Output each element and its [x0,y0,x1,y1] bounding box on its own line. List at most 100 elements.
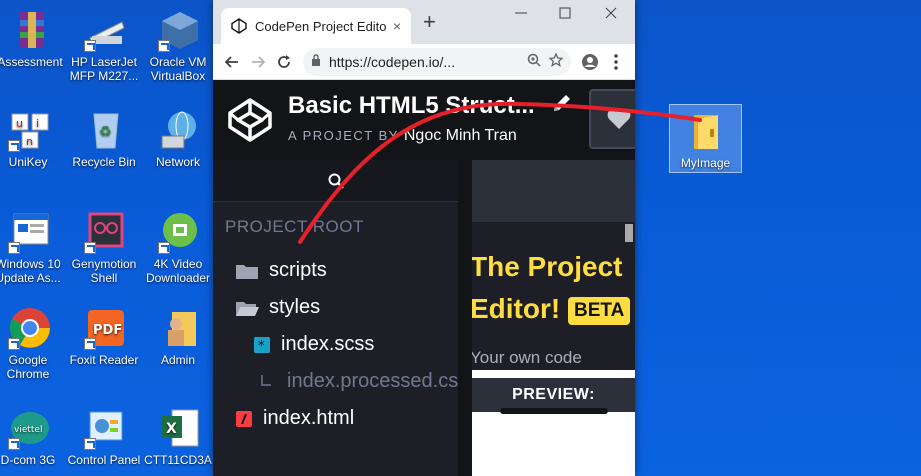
browser-toolbar: https://codepen.io/... [213,44,635,80]
tree-item-styles-folder[interactable]: styles [213,289,458,326]
desktop-icon-label: Oracle VM VirtualBox [149,55,207,83]
shortcut-arrow-icon [158,242,170,254]
folder-open-icon [235,299,259,317]
desktop-icon-ctt11cd3a[interactable]: X CTT11CD3A [144,406,216,467]
shortcut-arrow-icon [8,438,20,450]
browser-tab[interactable]: CodePen Project Editor × [221,8,411,44]
project-title[interactable]: Basic HTML5 Struct... [288,92,535,120]
back-button[interactable] [219,49,245,75]
chrome-menu-button[interactable] [603,49,629,75]
desktop-folder-myimage[interactable]: MyImage [669,104,742,173]
tree-item-label: styles [269,296,321,318]
promo-subtext: Your own code [472,348,582,367]
desktop-icon-virtualbox[interactable]: Oracle VM VirtualBox [144,8,216,83]
desktop-icon-label: CTT11CD3A [144,453,212,467]
excel-file-icon: X [158,406,202,450]
shortcut-arrow-icon [8,140,20,152]
search-icon [328,173,344,189]
window-close-button[interactable] [605,6,617,22]
desktop-icon-label: Recycle Bin [72,155,136,169]
svg-text:viettel: viettel [14,425,42,435]
desktop-icon-label: Google Chrome [6,353,50,381]
svg-text:i: i [36,117,39,130]
desktop-icon-google-chrome[interactable]: Google Chrome [0,306,66,381]
desktop-icon-genymotion[interactable]: Genymotion Shell [70,210,142,285]
folder-closed-icon [235,262,259,280]
browser-titlebar: CodePen Project Editor × + [213,0,635,44]
maximize-button[interactable] [559,6,571,22]
promo-heading: The Project Editor! BETA [472,246,631,330]
desktop-icon-label: HP LaserJet MFP M227... [69,55,139,83]
svg-text:n: n [26,135,33,148]
shortcut-arrow-icon [8,338,20,350]
edit-title-pencil-icon[interactable] [551,92,573,120]
account-avatar-icon [582,53,598,70]
love-heart-button[interactable] [589,89,635,149]
tree-item-index-processed-css[interactable]: index.processed.css [213,363,468,400]
forward-button[interactable] [245,49,271,75]
svg-text:♻: ♻ [99,124,112,140]
desktop-icon-label: Genymotion Shell [71,257,137,285]
reload-button[interactable] [271,49,297,75]
desktop-icon-4k-video-downloader[interactable]: 4K Video Downloader [144,210,216,285]
desktop-icon-windows-update[interactable]: Windows 10 Update As... [0,210,66,285]
browser-window: CodePen Project Editor × + https://codep… [213,0,635,476]
winrar-archive-icon [10,8,54,52]
bookmark-star-icon[interactable] [548,52,564,70]
codepen-header: Basic HTML5 Struct... A PROJECT BY Ngoc … [213,80,635,160]
promo-scrollbar-thumb[interactable] [625,224,633,242]
desktop-icon-admin[interactable]: Admin [144,306,216,367]
panel-resize-gutter[interactable] [458,160,472,476]
folder-label: MyImage [680,156,731,170]
file-search-button[interactable] [213,160,458,202]
shortcut-arrow-icon [84,40,96,52]
desktop-icon-network[interactable]: Network [144,108,216,169]
desktop-icon-foxit-reader[interactable]: PDF Foxit Reader [70,306,142,367]
tree-item-scripts-folder[interactable]: scripts [213,252,458,289]
new-tab-button[interactable]: + [423,11,436,33]
printer-icon [84,8,128,52]
tree-item-index-html[interactable]: index.html [213,400,458,437]
url-text: https://codepen.io/... [329,53,456,70]
shortcut-arrow-icon [158,40,170,52]
desktop-icon-label: Assessment [0,55,63,69]
desktop-icon-control-panel[interactable]: Control Panel [68,406,142,467]
4k-video-downloader-icon [158,210,202,254]
byline-prefix: A PROJECT BY [288,128,399,143]
desktop-icon-label: Admin [160,353,195,367]
desktop-icon-label: 4K Video Downloader [145,257,211,285]
network-globe-icon [158,108,202,152]
desktop-icon-recycle-bin[interactable]: ♻ Recycle Bin [70,108,142,169]
minimize-button[interactable] [515,6,527,22]
svg-text:u: u [16,117,23,130]
user-folder-icon [158,306,202,350]
tab-close-icon[interactable]: × [393,18,401,34]
desktop-icon-label: D-com 3G [0,453,56,467]
preview-header: PREVIEW: [472,378,635,414]
preview-panel: The Project Editor! BETA Your own code P… [472,160,635,476]
arrow-right-icon [252,55,266,68]
desktop-icon-unikey[interactable]: uin UniKey [0,108,66,169]
tree-item-label: scripts [269,259,327,281]
viettel-dcom-icon: viettel [8,406,52,450]
profile-button[interactable] [577,49,603,75]
scss-file-icon: * [253,336,271,354]
desktop-icon-assessment[interactable]: Assessment [0,8,68,69]
desktop-icon-label: Foxit Reader [69,353,139,367]
heart-icon [607,108,631,129]
project-sidebar: PROJECT ROOT scripts styles * index.scss… [213,160,468,476]
zoom-icon[interactable] [527,53,541,70]
desktop-icon-dcom-3g[interactable]: viettel D-com 3G [0,406,66,467]
lock-icon [311,54,321,69]
tab-title: CodePen Project Editor [255,18,387,34]
shortcut-arrow-icon [84,338,96,350]
desktop-icon-hp-laserjet[interactable]: HP LaserJet MFP M227... [70,8,142,83]
author-name[interactable]: Ngoc Minh Tran [404,127,517,144]
beta-badge: BETA [568,296,631,325]
reload-icon [278,54,290,68]
address-bar[interactable]: https://codepen.io/... [303,47,571,76]
tree-item-index-scss[interactable]: * index.scss [213,326,458,363]
codepen-logo-icon[interactable] [227,97,273,143]
promo-heading-line1: The Project [472,251,623,282]
chrome-icon [8,306,52,350]
